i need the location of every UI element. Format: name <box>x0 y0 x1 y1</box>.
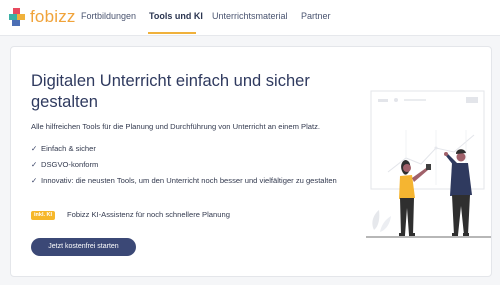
ki-assistant-text: Fobizz KI-Assistenz für noch schnellere … <box>67 210 230 219</box>
fobizz-logo-icon <box>9 8 27 26</box>
ki-badge: inkl. KI <box>31 211 56 220</box>
logo-text: fobizz <box>30 7 76 26</box>
nav-item-tools-und-ki[interactable]: Tools und KI <box>149 11 203 21</box>
feature-item: ✓ DSGVO-konform <box>31 158 351 171</box>
feature-item: ✓ Innovativ: die neusten Tools, um den Un… <box>31 174 361 187</box>
check-icon: ✓ <box>31 160 38 169</box>
feature-label: Einfach & sicher <box>41 144 96 153</box>
feature-label: DSGVO-konform <box>41 160 99 169</box>
active-tab-indicator <box>148 32 196 34</box>
hero-title: Digitalen Unterricht einfach und sicher … <box>31 72 310 111</box>
hero-subtitle: Alle hilfreichen Tools für die Planung u… <box>31 122 321 131</box>
hero-card: Digitalen Unterricht einfach und sicher … <box>10 46 492 277</box>
check-icon: ✓ <box>31 144 38 153</box>
start-free-button[interactable]: Jetzt kostenfrei starten <box>31 238 136 256</box>
nav-item-fortbildungen[interactable]: Fortbildungen <box>81 11 136 21</box>
whiteboard-illustration <box>366 90 491 238</box>
logo[interactable]: fobizz <box>9 6 76 28</box>
nav-item-partner[interactable]: Partner <box>301 11 331 21</box>
check-icon: ✓ <box>31 176 38 185</box>
nav-item-unterrichtsmaterial[interactable]: Unterrichtsmaterial <box>212 11 288 21</box>
top-navigation: fobizz Fortbildungen Tools und KI Unterr… <box>0 0 500 36</box>
feature-label: Innovativ: die neusten Tools, um den Unt… <box>41 176 337 185</box>
feature-item: ✓ Einfach & sicher <box>31 142 351 155</box>
